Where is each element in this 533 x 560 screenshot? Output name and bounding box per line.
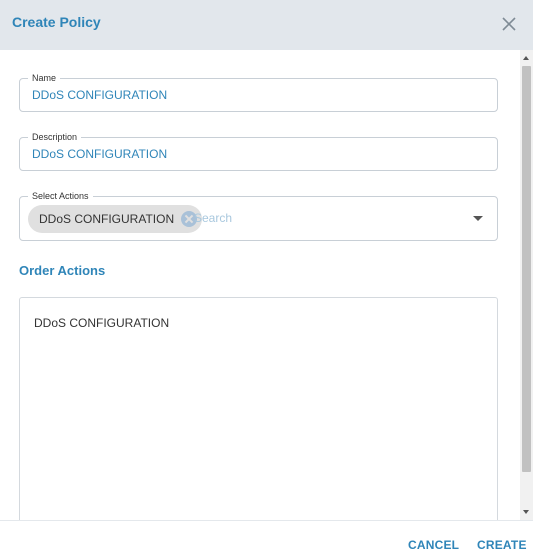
- chevron-down-icon[interactable]: [473, 216, 483, 221]
- action-chip: DDoS CONFIGURATION: [28, 205, 203, 233]
- dialog-title: Create Policy: [12, 14, 101, 30]
- scroll-up-icon[interactable]: [523, 56, 529, 60]
- scrollbar-thumb[interactable]: [522, 66, 531, 472]
- dialog-header: Create Policy: [0, 0, 533, 50]
- action-chip-label: DDoS CONFIGURATION: [39, 212, 175, 226]
- description-field[interactable]: Description DDoS CONFIGURATION: [19, 131, 498, 171]
- name-field-value[interactable]: DDoS CONFIGURATION: [32, 88, 167, 102]
- select-actions-field[interactable]: Select Actions DDoS CONFIGURATION: [19, 190, 498, 241]
- scroll-down-icon[interactable]: [523, 510, 529, 514]
- cancel-button[interactable]: CANCEL: [408, 538, 459, 552]
- description-field-value[interactable]: DDoS CONFIGURATION: [32, 147, 167, 161]
- vertical-scrollbar[interactable]: [520, 50, 533, 520]
- name-field[interactable]: Name DDoS CONFIGURATION: [19, 72, 498, 112]
- dialog-footer: CANCEL CREATE: [0, 520, 533, 560]
- dialog-body: Name DDoS CONFIGURATION Description DDoS…: [0, 50, 533, 520]
- order-action-item[interactable]: DDoS CONFIGURATION: [34, 316, 169, 330]
- name-field-label: Name: [28, 72, 61, 84]
- action-search-input[interactable]: [194, 209, 454, 227]
- close-icon[interactable]: [501, 16, 517, 32]
- select-actions-label: Select Actions: [28, 190, 93, 202]
- create-button[interactable]: CREATE: [477, 538, 527, 552]
- order-actions-title: Order Actions: [19, 263, 106, 278]
- description-field-label: Description: [28, 131, 82, 143]
- order-actions-list: DDoS CONFIGURATION: [19, 297, 498, 520]
